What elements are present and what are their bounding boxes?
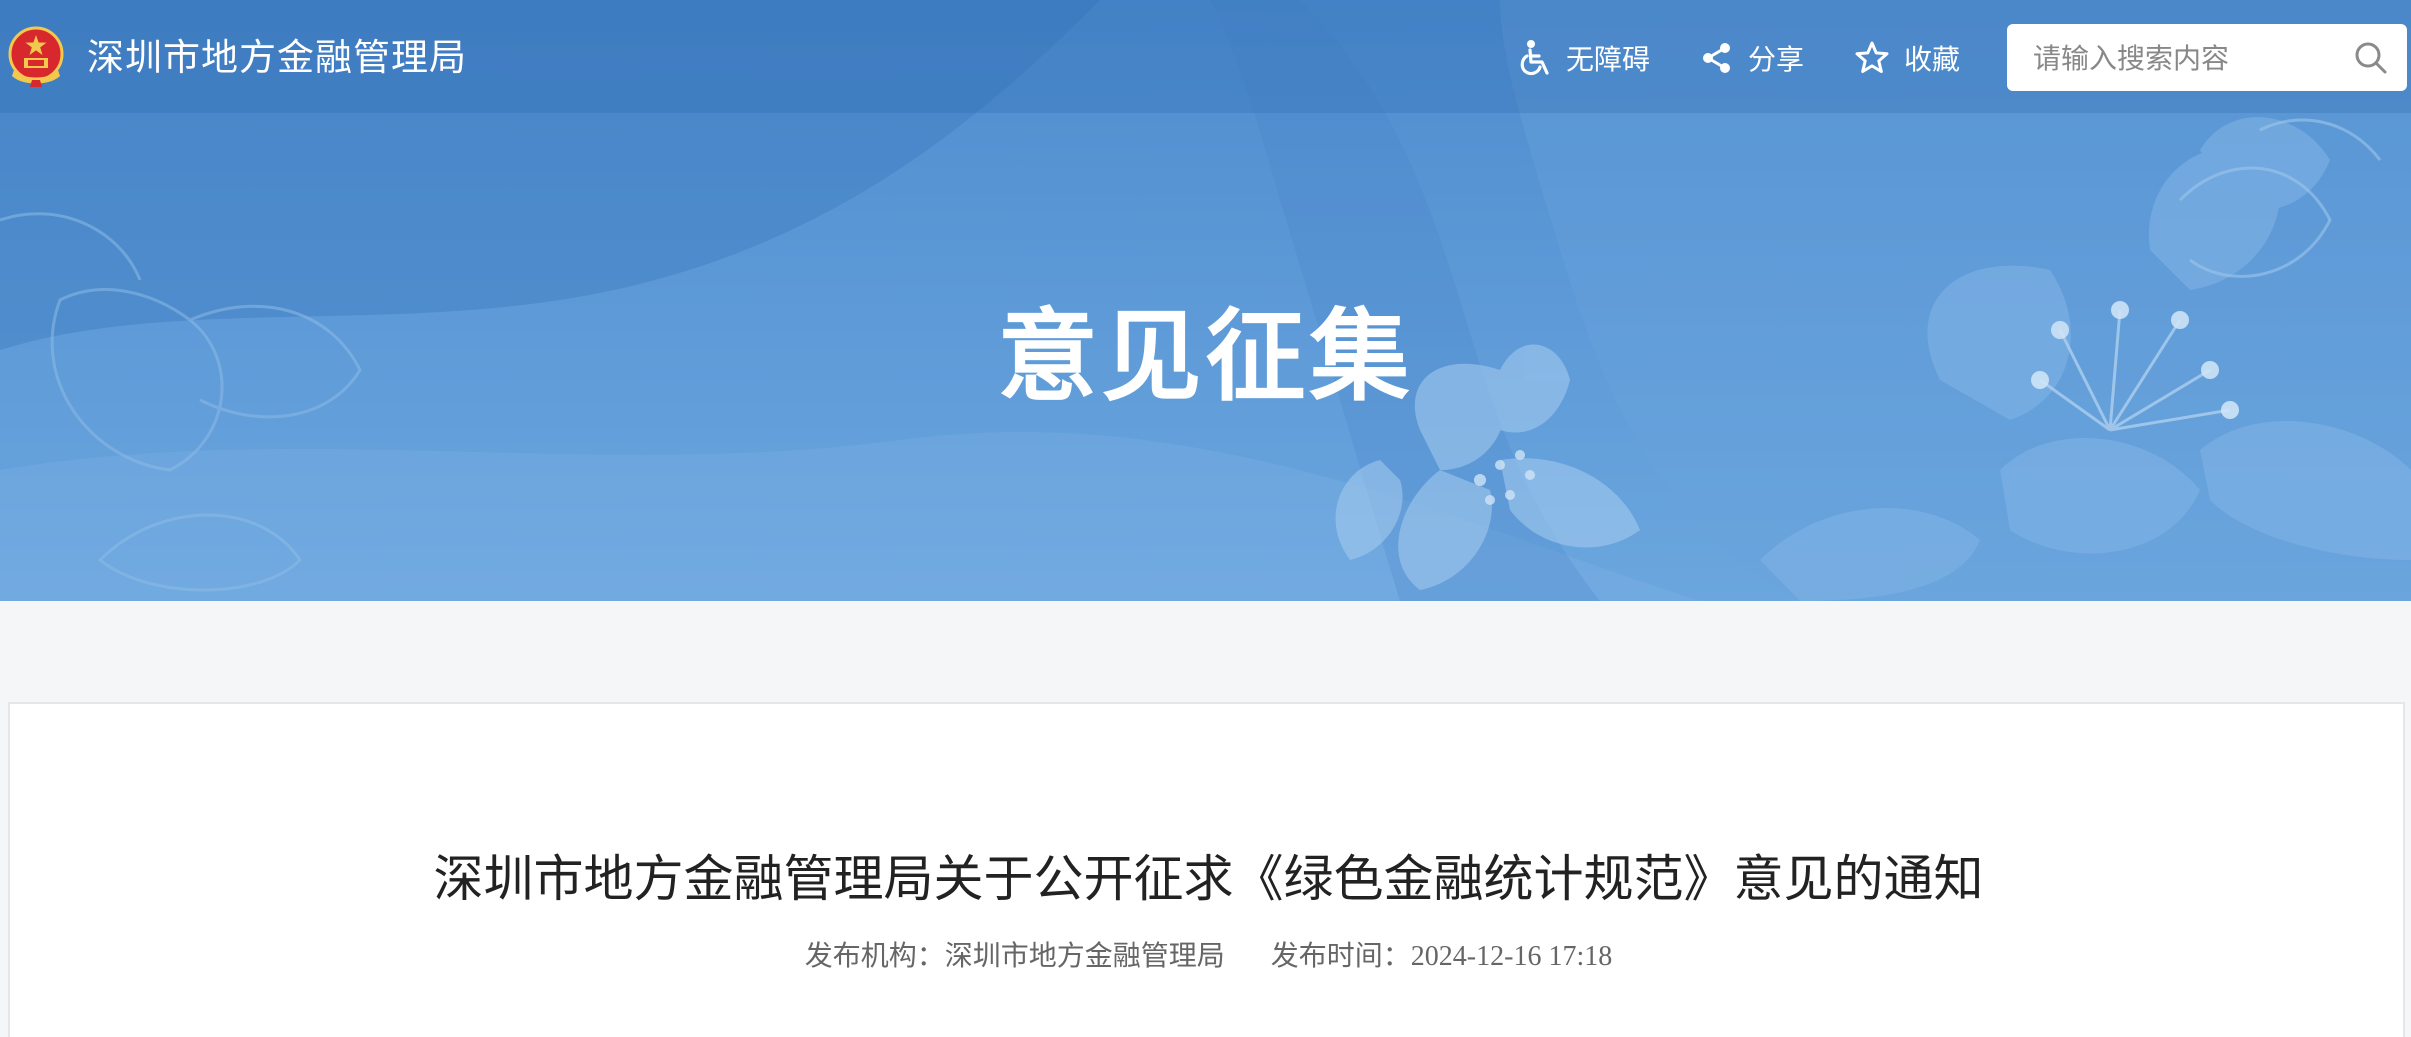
search-icon[interactable] [2353, 40, 2389, 76]
favorite-label: 收藏 [1904, 43, 1961, 76]
share-button[interactable]: 分享 [1700, 33, 1804, 83]
publish-time-value: 2024-12-16 17:18 [1410, 941, 1613, 972]
star-icon [1855, 41, 1889, 73]
accessibility-label: 无障碍 [1566, 43, 1651, 76]
share-icon [1703, 43, 1730, 73]
accessibility-button[interactable]: 无障碍 [1518, 33, 1650, 83]
publisher-label: 发布机构： [804, 939, 945, 972]
wheelchair-icon [1520, 40, 1549, 76]
publish-time-label: 发布时间： [1270, 939, 1411, 972]
article-title: 深圳市地方金融管理局关于公开征求《绿色金融统计规范》意见的通知 [433, 850, 1984, 908]
favorite-button[interactable]: 收藏 [1854, 33, 1960, 83]
search-input[interactable] [2031, 24, 2335, 93]
banner-title: 意见征集 [997, 298, 1414, 415]
site-name[interactable]: 深圳市地方金融管理局 [87, 30, 467, 86]
banner: 深圳市地方金融管理局 无障碍 分享 收藏 请输入搜索内容 意见征集 [0, 0, 2411, 601]
article-card: 深圳市地方金融管理局关于公开征求《绿色金融统计规范》意见的通知 发布机构：深圳市… [8, 702, 2405, 1037]
search-box [2007, 24, 2407, 93]
national-emblem-icon[interactable] [6, 26, 66, 88]
publisher-value: 深圳市地方金融管理局 [944, 939, 1225, 972]
page: 深圳市地方金融管理局 无障碍 分享 收藏 请输入搜索内容 意见征集 深圳市地方金… [0, 0, 2411, 1037]
article-meta: 发布机构：深圳市地方金融管理局 发布时间：2024-12-16 17:18 [10, 936, 2407, 977]
share-label: 分享 [1748, 43, 1805, 76]
